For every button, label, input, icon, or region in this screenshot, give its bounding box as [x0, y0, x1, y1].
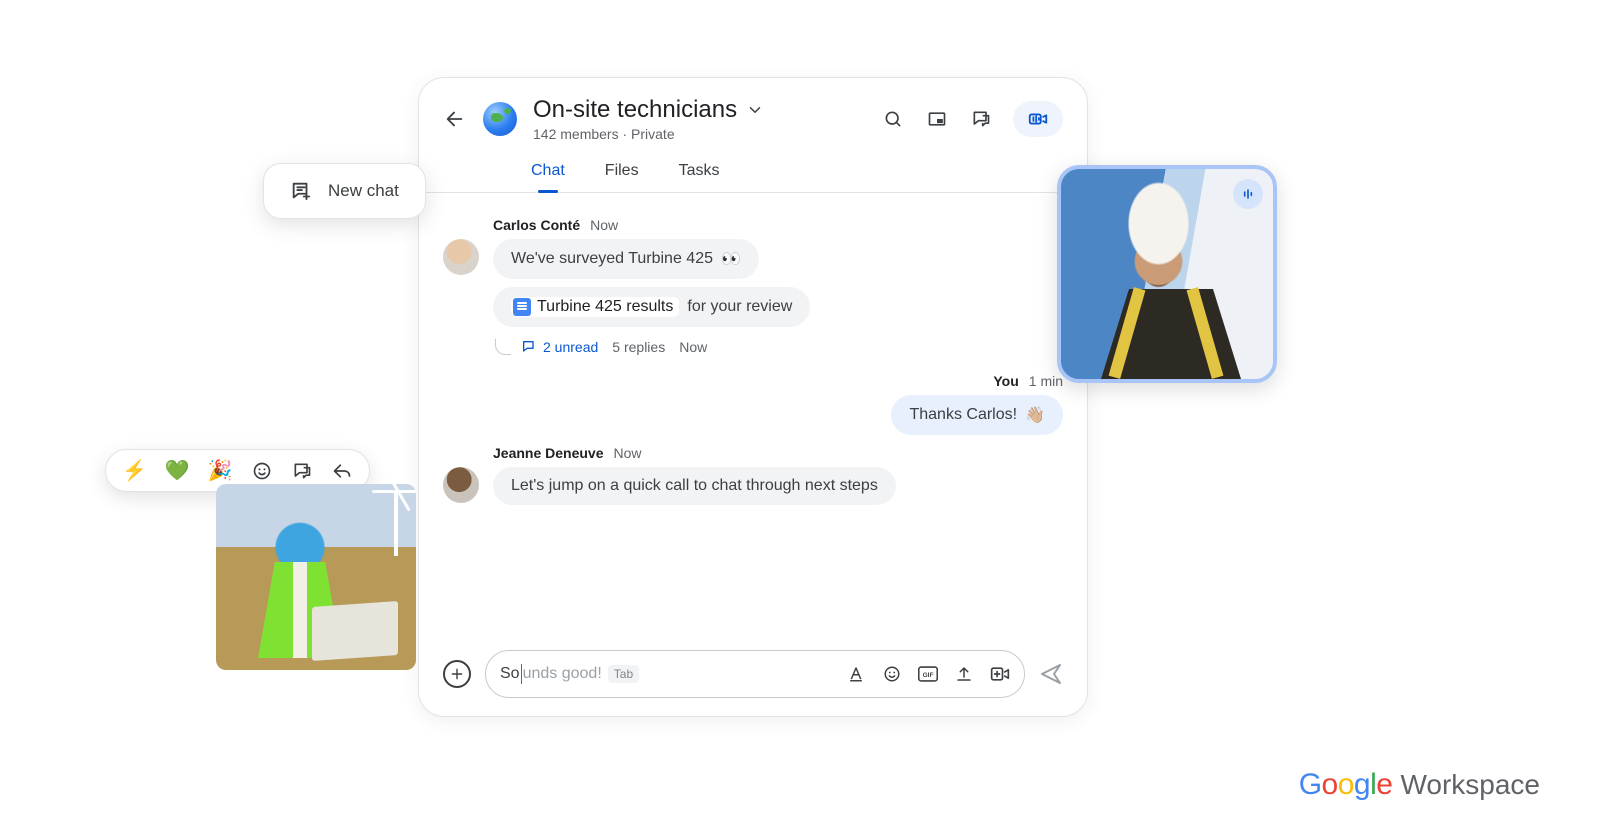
- video-plus-icon: [990, 665, 1010, 683]
- compose-toolbar: GIF: [846, 664, 1010, 684]
- eyes-emoji-icon: 👀: [721, 249, 741, 269]
- bubble-jeanne[interactable]: Let's jump on a quick call to chat throu…: [493, 467, 896, 505]
- message-list: Carlos Conté Now We've surveyed Turbine …: [419, 193, 1087, 505]
- text-format-icon: [847, 665, 865, 683]
- reply-arrow-icon: [332, 461, 352, 481]
- new-chat-button[interactable]: New chat: [263, 163, 426, 219]
- upload-icon: [955, 665, 973, 683]
- bubble-carlos-1[interactable]: We've surveyed Turbine 425 👀: [493, 239, 759, 279]
- space-title: On-site technicians: [533, 96, 737, 124]
- thread-summary[interactable]: 2 unread 5 replies Now: [495, 339, 1063, 355]
- thread-outline-icon: [292, 461, 312, 481]
- bubble-carlos-doc[interactable]: Turbine 425 results for your review: [493, 287, 810, 327]
- format-text-button[interactable]: [846, 664, 866, 684]
- tab-hint: Tab: [608, 665, 639, 683]
- reaction-confetti[interactable]: 🎉: [208, 458, 233, 483]
- bubble-you-text: Thanks Carlos!: [909, 406, 1017, 424]
- bubble-carlos-1-text: We've surveyed Turbine 425: [511, 250, 713, 268]
- author-you: You: [993, 373, 1018, 389]
- doc-name: Turbine 425 results: [537, 298, 673, 316]
- avatar-carlos[interactable]: [443, 239, 479, 275]
- huddle-participant-tile[interactable]: [1057, 165, 1277, 383]
- author-carlos: Carlos Conté: [493, 217, 580, 233]
- message-carlos: Carlos Conté Now We've surveyed Turbine …: [443, 217, 1063, 327]
- search-icon: [883, 109, 903, 129]
- google-workspace-logo: Google Workspace: [1299, 768, 1540, 802]
- compose-suggestion: unds good!: [523, 665, 602, 683]
- plus-icon: [450, 667, 464, 681]
- bubble-jeanne-text: Let's jump on a quick call to chat throu…: [511, 477, 878, 495]
- workspace-wordmark: Workspace: [1400, 769, 1540, 801]
- arrow-left-icon: [444, 108, 466, 130]
- space-tabs: Chat Files Tasks: [419, 148, 1087, 193]
- chevron-down-icon: [745, 100, 765, 120]
- space-title-column: On-site technicians 142 members · Privat…: [533, 96, 865, 142]
- time-carlos: Now: [590, 217, 618, 233]
- doc-trail-text: for your review: [687, 298, 792, 316]
- thread-connector-icon: [495, 339, 511, 355]
- chat-window: On-site technicians 142 members · Privat…: [418, 77, 1088, 717]
- author-jeanne: Jeanne Deneuve: [493, 445, 604, 461]
- illustration-technician-laptop: [216, 484, 416, 670]
- thread-time: Now: [679, 339, 707, 355]
- send-icon: [1039, 662, 1063, 686]
- huddle-icon: [1027, 108, 1049, 130]
- picture-in-picture-button[interactable]: [925, 107, 949, 131]
- doc-chip[interactable]: Turbine 425 results: [511, 297, 679, 317]
- time-you: 1 min: [1029, 373, 1063, 389]
- composer-row: So unds good! Tab GIF: [443, 650, 1063, 698]
- tab-files[interactable]: Files: [605, 162, 639, 192]
- message-input[interactable]: So unds good! Tab GIF: [485, 650, 1025, 698]
- new-chat-label: New chat: [328, 181, 399, 201]
- header-actions: [881, 101, 1063, 137]
- search-button[interactable]: [881, 107, 905, 131]
- space-title-row[interactable]: On-site technicians: [533, 96, 865, 124]
- bubble-you[interactable]: Thanks Carlos! 👋🏼: [891, 395, 1063, 435]
- tab-chat[interactable]: Chat: [531, 162, 565, 192]
- send-button[interactable]: [1039, 662, 1063, 686]
- audio-bars-icon: [1240, 186, 1256, 202]
- chat-header: On-site technicians 142 members · Privat…: [419, 78, 1087, 148]
- thread-reply-icon: [521, 339, 537, 355]
- add-button[interactable]: [443, 660, 471, 688]
- tab-tasks[interactable]: Tasks: [679, 162, 720, 192]
- wave-emoji-icon: 👋🏼: [1025, 405, 1045, 425]
- gif-icon: GIF: [918, 665, 938, 683]
- thread-icon: [971, 109, 991, 129]
- emoji-button[interactable]: [882, 664, 902, 684]
- message-you: You 1 min Thanks Carlos! 👋🏼: [443, 373, 1063, 435]
- reaction-bolt[interactable]: ⚡: [122, 458, 147, 483]
- reaction-emoji-picker[interactable]: [251, 460, 273, 482]
- google-doc-icon: [513, 298, 531, 316]
- smile-icon: [883, 665, 901, 683]
- reaction-reply[interactable]: [331, 460, 353, 482]
- google-wordmark: Google: [1299, 768, 1393, 802]
- space-subtitle: 142 members · Private: [533, 126, 865, 142]
- gif-button[interactable]: GIF: [918, 664, 938, 684]
- thread-unread[interactable]: 2 unread: [521, 339, 598, 355]
- text-cursor-icon: [521, 664, 522, 684]
- huddle-speaking-badge: [1233, 179, 1263, 209]
- new-chat-icon: [290, 180, 312, 202]
- avatar-jeanne[interactable]: [443, 467, 479, 503]
- space-avatar-earth-icon: [483, 102, 517, 136]
- reaction-reply-in-thread[interactable]: [291, 460, 313, 482]
- pip-icon: [927, 109, 947, 129]
- upload-button[interactable]: [954, 664, 974, 684]
- thread-replies: 5 replies: [612, 339, 665, 355]
- compose-typed: So: [500, 665, 520, 683]
- message-jeanne: Jeanne Deneuve Now Let's jump on a quick…: [443, 445, 1063, 505]
- smile-outline-icon: [252, 461, 272, 481]
- reaction-heart[interactable]: 💚: [165, 458, 190, 483]
- compose-text: So unds good! Tab: [500, 664, 639, 684]
- thread-panel-button[interactable]: [969, 107, 993, 131]
- thread-unread-text: 2 unread: [543, 339, 598, 355]
- start-huddle-button[interactable]: [1013, 101, 1063, 137]
- svg-text:GIF: GIF: [923, 672, 934, 679]
- create-meeting-button[interactable]: [990, 664, 1010, 684]
- back-button[interactable]: [443, 107, 467, 131]
- time-jeanne: Now: [614, 445, 642, 461]
